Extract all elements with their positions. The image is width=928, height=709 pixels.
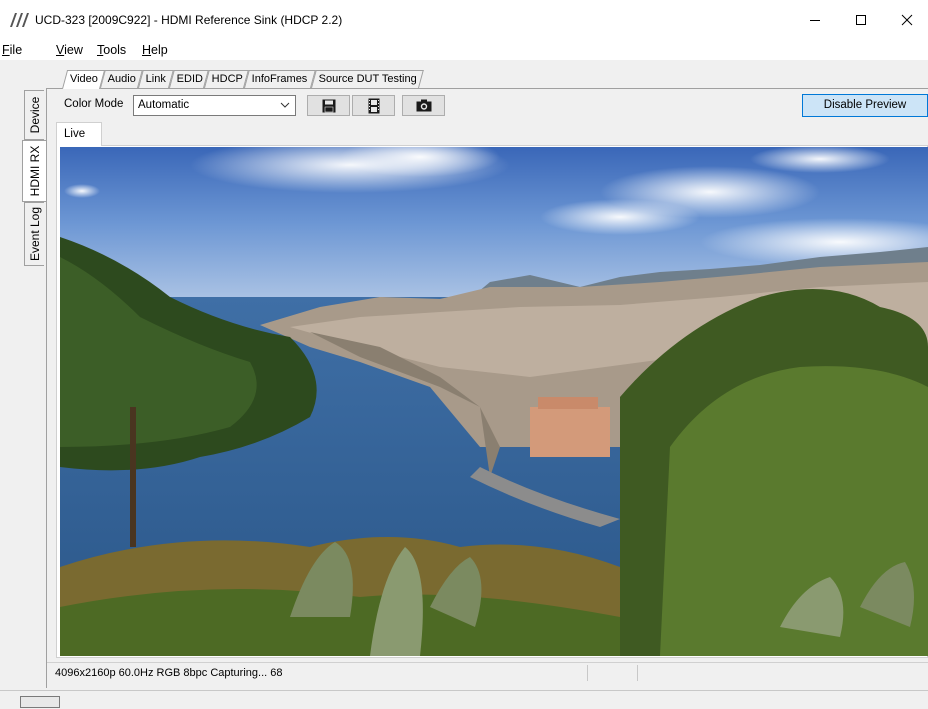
tab-live[interactable]: Live (56, 122, 102, 146)
bottom-control[interactable] (20, 696, 60, 708)
side-tab-hdmi-rx[interactable]: HDMI RX (22, 140, 46, 202)
tab-link[interactable]: Link (138, 70, 174, 88)
record-button[interactable] (352, 95, 395, 116)
camera-icon (416, 99, 431, 112)
floppy-disk-icon (322, 99, 335, 112)
status-bar: 4096x2160p 60.0Hz RGB 8bpc Capturing... … (47, 662, 928, 683)
app-logo-icon (10, 13, 29, 27)
minimize-button[interactable] (792, 0, 838, 40)
color-mode-value: Automatic (138, 99, 190, 111)
chevron-down-icon (280, 102, 290, 108)
side-tab-strip: Device HDMI RX Event Log (0, 60, 47, 690)
window-title: UCD-323 [2009C922] - HDMI Reference Sink… (35, 13, 343, 27)
color-mode-label: Color Mode (64, 98, 124, 110)
tab-edid[interactable]: EDID (169, 70, 209, 88)
side-tab-device[interactable]: Device (24, 90, 44, 140)
menu-bar: File View Tools Help (0, 40, 928, 60)
tab-audio[interactable]: Audio (100, 70, 143, 88)
menu-view[interactable]: View (56, 43, 83, 57)
title-bar: UCD-323 [2009C922] - HDMI Reference Sink… (0, 0, 928, 40)
save-button[interactable] (307, 95, 350, 116)
menu-help[interactable]: Help (142, 43, 168, 57)
maximize-icon (856, 15, 866, 25)
color-mode-dropdown[interactable]: Automatic (133, 95, 296, 116)
tab-video[interactable]: Video (62, 70, 106, 89)
video-preview-image (60, 147, 928, 656)
snapshot-button[interactable] (402, 95, 445, 116)
status-separator (637, 665, 638, 681)
status-separator (587, 665, 588, 681)
side-tab-label: HDMI RX (27, 145, 42, 197)
tab-hdcp[interactable]: HDCP (204, 70, 249, 88)
side-tab-label: Device (27, 96, 42, 134)
disable-preview-button[interactable]: Disable Preview (802, 94, 928, 117)
menu-file[interactable]: File (2, 43, 22, 57)
bottom-strip (0, 690, 928, 709)
menu-tools[interactable]: Tools (97, 43, 126, 57)
maximize-button[interactable] (838, 0, 884, 40)
close-button[interactable] (884, 0, 928, 40)
live-tab-label: Live (64, 128, 86, 140)
side-tab-event-log[interactable]: Event Log (24, 202, 44, 266)
side-tab-label: Event Log (27, 206, 42, 262)
close-icon (901, 14, 913, 26)
tab-infoframes[interactable]: InfoFrames (244, 70, 316, 88)
capture-status-text: 4096x2160p 60.0Hz RGB 8bpc Capturing... … (55, 667, 283, 679)
tab-source-dut-testing[interactable]: Source DUT Testing (311, 70, 424, 88)
film-strip-icon (368, 98, 379, 113)
minimize-icon (810, 20, 820, 21)
